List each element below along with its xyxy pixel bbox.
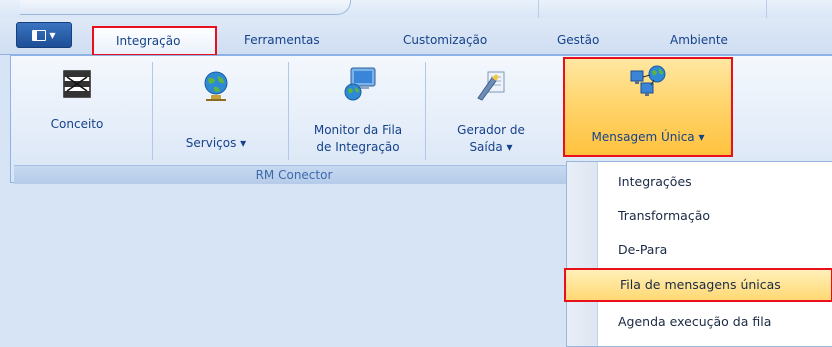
globe-server-icon <box>204 71 228 101</box>
ribbon-separator <box>425 62 426 160</box>
menu-item-de-para[interactable]: De-Para <box>598 233 832 267</box>
servicos-button[interactable]: Serviços ▾ <box>166 62 266 158</box>
menu-item-integracoes[interactable]: Integrações <box>598 165 832 199</box>
menu-item-agenda-execucao[interactable]: Agenda execução da fila <box>598 305 832 339</box>
menu-item-transformacao[interactable]: Transformação <box>598 199 832 233</box>
conceito-button[interactable]: Conceito <box>44 62 110 158</box>
titlebar-divider <box>538 0 539 18</box>
group-label-rm-conector: RM Conector <box>14 165 574 184</box>
conceito-label: Conceito <box>50 117 104 131</box>
tab-ambiente[interactable]: Ambiente <box>670 33 728 47</box>
gerador-label-line1: Gerador de <box>457 123 525 137</box>
tab-customizacao[interactable]: Customização <box>403 33 487 47</box>
monitor-label-line2: de Integração <box>316 140 400 154</box>
monitor-globe-icon <box>344 67 376 101</box>
monitor-label-line1: Monitor da Fila <box>313 123 403 137</box>
mensagem-unica-label: Mensagem Única ▾ <box>591 130 705 144</box>
chevron-down-icon: ▼ <box>49 30 56 40</box>
titlebar-divider <box>766 0 767 18</box>
application-menu-button[interactable]: ▼ <box>16 22 72 48</box>
menu-icon-strip <box>567 162 598 346</box>
monitor-fila-button[interactable]: Monitor da Fila de Integração <box>296 62 420 158</box>
mensagem-unica-button[interactable]: Mensagem Única ▾ <box>563 57 733 157</box>
quick-access-shape <box>20 0 351 15</box>
tab-gestao[interactable]: Gestão <box>557 33 599 47</box>
title-bar <box>0 0 832 18</box>
mensagem-unica-dropdown: Integrações Transformação De-Para Fila d… <box>564 161 832 347</box>
tab-integracao[interactable]: Integração <box>92 26 217 56</box>
app-menu-icon <box>32 29 47 41</box>
network-grid-icon <box>63 70 91 98</box>
ribbon-separator <box>152 62 153 160</box>
wizard-output-icon <box>477 71 505 101</box>
gerador-label-line2: Saída ▾ <box>469 140 513 154</box>
tab-ferramentas[interactable]: Ferramentas <box>244 33 320 47</box>
ribbon-separator <box>288 62 289 160</box>
computers-globe-icon <box>630 65 666 96</box>
gerador-saida-button[interactable]: Gerador de Saída ▾ <box>436 62 546 158</box>
servicos-label: Serviços ▾ <box>185 136 247 150</box>
menu-item-fila-mensagens-unicas[interactable]: Fila de mensagens únicas <box>564 268 832 302</box>
